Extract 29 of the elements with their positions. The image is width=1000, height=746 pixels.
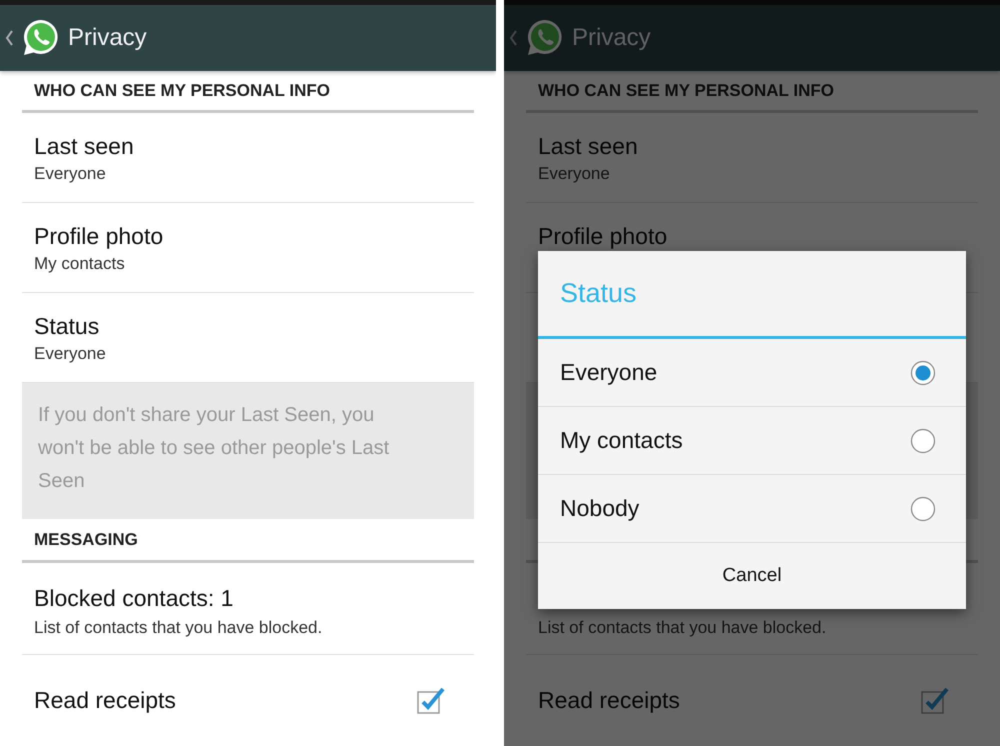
setting-title[interactable]: Last seen: [34, 135, 134, 157]
setting-title[interactable]: Blocked contacts: 1: [34, 587, 234, 609]
setting-title[interactable]: Last seen: [538, 135, 638, 157]
radio-button[interactable]: [910, 496, 936, 522]
dialog-title: Status: [560, 278, 637, 309]
setting-value: List of contacts that you have blocked.: [538, 618, 826, 638]
section-header: WHO CAN SEE MY PERSONAL INFO: [538, 80, 834, 100]
setting-value: List of contacts that you have blocked.: [34, 618, 322, 638]
option[interactable]: Nobody: [538, 475, 966, 543]
section-header: MESSAGING: [34, 530, 138, 550]
section-header: WHO CAN SEE MY PERSONAL INFO: [34, 80, 330, 100]
setting-title[interactable]: Profile photo: [34, 225, 164, 247]
info-note: If you don't share your Last Seen, you won't be able to see other people's Last Seen: [22, 383, 474, 519]
radio-button[interactable]: [910, 360, 936, 386]
back-icon[interactable]: [4, 29, 14, 47]
setting-value: Everyone: [34, 344, 106, 364]
screen-title: Privacy: [572, 24, 651, 52]
setting-value: My contacts: [34, 254, 125, 274]
radio-button[interactable]: [910, 428, 936, 454]
setting-title[interactable]: Profile photo: [538, 225, 668, 247]
setting-title[interactable]: Read receipts: [34, 688, 176, 710]
setting-title[interactable]: Status: [34, 315, 100, 337]
setting-value: Everyone: [34, 164, 106, 184]
option[interactable]: Everyone: [538, 339, 966, 407]
option[interactable]: My contacts: [538, 407, 966, 475]
screen-title: Privacy: [68, 24, 147, 52]
cancel-button[interactable]: Cancel: [538, 543, 966, 609]
setting-title[interactable]: Read receipts: [538, 688, 680, 710]
setting-value: Everyone: [538, 164, 610, 184]
